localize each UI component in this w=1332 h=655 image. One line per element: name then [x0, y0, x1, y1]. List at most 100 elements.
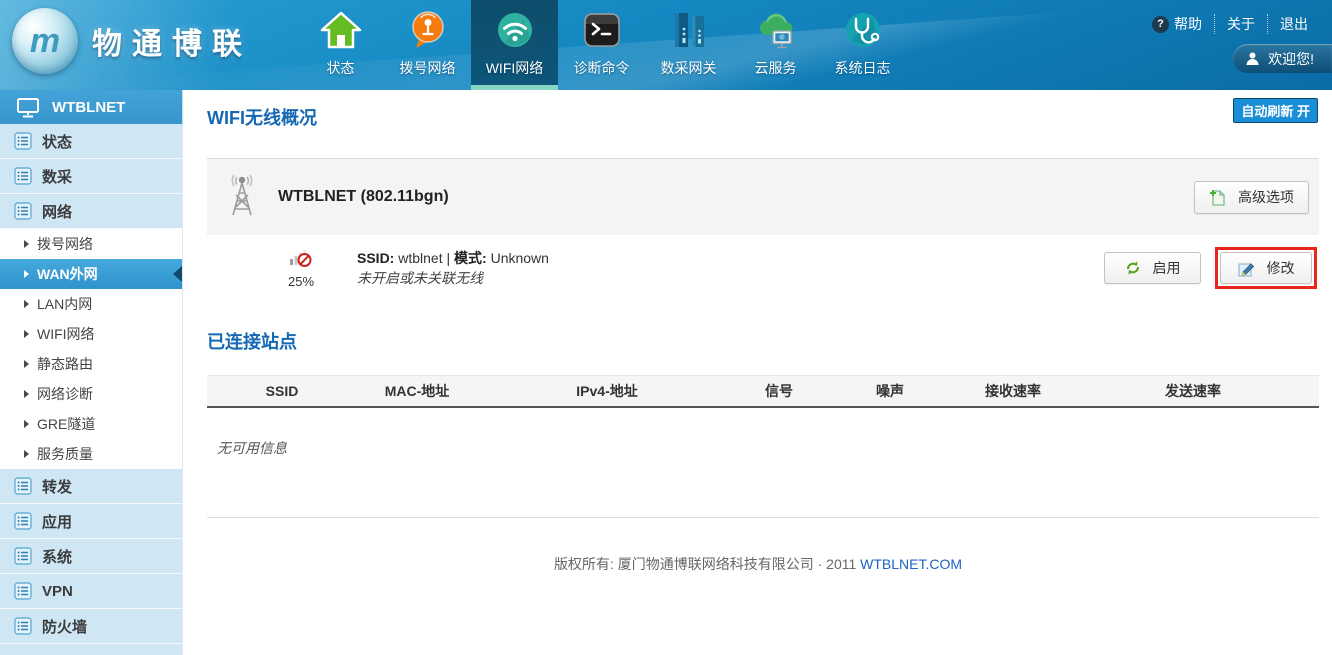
col-tx-rate: 发送速率: [1067, 376, 1319, 407]
wifi-row-actions: 启用 修改: [1104, 247, 1319, 289]
list-icon: [14, 477, 32, 495]
logout-link[interactable]: 退出: [1267, 14, 1320, 34]
sidebar-item-application[interactable]: 应用: [0, 504, 182, 539]
sidebar-item-lan[interactable]: LAN内网: [0, 289, 182, 319]
mode-value: Unknown: [491, 250, 549, 266]
nav-tab-system-log[interactable]: 系统日志: [819, 0, 906, 90]
sidebar-item-label: LAN内网: [37, 294, 92, 314]
sidebar-item-label: 系统: [42, 546, 72, 567]
enable-button[interactable]: 启用: [1104, 252, 1201, 284]
caret-right-icon: [24, 240, 29, 248]
sidebar-item-network[interactable]: 网络: [0, 194, 182, 229]
sidebar-item-label: 网络诊断: [37, 384, 93, 404]
caret-right-icon: [24, 300, 29, 308]
sidebar-item-static-route[interactable]: 静态路由: [0, 349, 182, 379]
help-link[interactable]: ? 帮助: [1140, 14, 1214, 34]
sidebar-item-label: 状态: [42, 131, 72, 152]
connected-stations-title: 已连接站点: [207, 328, 1332, 354]
logout-label: 退出: [1280, 14, 1308, 34]
edit-button[interactable]: 修改: [1220, 252, 1312, 284]
nav-tab-dial-network[interactable]: 拨号网络: [384, 0, 471, 90]
system-log-icon: [840, 7, 886, 53]
antenna-icon: [222, 171, 262, 224]
welcome-label: 欢迎您!: [1268, 49, 1314, 69]
nav-tab-data-gateway[interactable]: 数采网关: [645, 0, 732, 90]
nav-tab-status[interactable]: 状态: [297, 0, 384, 90]
help-icon: ?: [1152, 16, 1169, 33]
caret-right-icon: [24, 330, 29, 338]
list-icon: [14, 547, 32, 565]
wifi-network-title: WTBLNET (802.11bgn): [278, 188, 449, 206]
sidebar-item-gre-tunnel[interactable]: GRE隧道: [0, 409, 182, 439]
brand-logo: m 物通博联: [12, 8, 252, 74]
sidebar-item-label: 防火墙: [42, 616, 87, 637]
sidebar-item-firewall[interactable]: 防火墙: [0, 609, 182, 644]
signal-disabled-icon: [289, 247, 313, 268]
sidebar-item-status[interactable]: 状态: [0, 124, 182, 159]
sidebar-item-forwarding[interactable]: 转发: [0, 469, 182, 504]
logo-sphere-icon: m: [12, 8, 78, 74]
monitor-icon: [16, 97, 40, 118]
refresh-icon: [1125, 260, 1141, 276]
about-link[interactable]: 关于: [1214, 14, 1267, 34]
nav-tab-wifi-network[interactable]: WIFI网络: [471, 0, 558, 90]
terminal-icon: [579, 7, 625, 53]
help-label: 帮助: [1174, 14, 1202, 34]
caret-right-icon: [24, 270, 29, 278]
edit-button-label: 修改: [1267, 258, 1295, 278]
footer-divider: [207, 517, 1319, 518]
nav-tab-label: 状态: [327, 58, 355, 78]
list-icon: [14, 582, 32, 600]
wifi-icon: [492, 7, 538, 53]
advanced-options-button[interactable]: 高级选项: [1194, 181, 1309, 214]
home-icon: [318, 7, 364, 53]
sidebar-item-wan[interactable]: WAN外网: [0, 259, 182, 289]
advanced-options-label: 高级选项: [1238, 187, 1294, 207]
welcome-user-button[interactable]: 欢迎您!: [1233, 44, 1332, 73]
sidebar-device-name: WTBLNET: [52, 99, 125, 116]
col-signal: 信号: [737, 376, 821, 407]
main-nav: 状态 拨号网络 WIFI网络 诊断命令 数采网关: [297, 0, 906, 90]
active-item-notch: [173, 266, 182, 282]
header-utility-links: ? 帮助 关于 退出: [1140, 14, 1320, 34]
sidebar-item-label: GRE隧道: [37, 414, 95, 434]
list-icon: [14, 202, 32, 220]
dial-network-icon: [405, 7, 451, 53]
sidebar-item-label: WAN外网: [37, 264, 98, 284]
ssid-label: SSID:: [357, 250, 394, 266]
sidebar-item-system[interactable]: 系统: [0, 539, 182, 574]
page-title: WIFI无线概况: [207, 104, 1332, 130]
sidebar-item-label: VPN: [42, 583, 73, 600]
col-mac-address: MAC-地址: [357, 376, 477, 407]
nav-tab-label: 云服务: [755, 58, 797, 78]
col-noise: 噪声: [821, 376, 959, 407]
col-ssid: SSID: [207, 376, 357, 407]
sidebar-device-header: WTBLNET: [0, 90, 182, 124]
sidebar-item-label: WIFI网络: [37, 324, 95, 344]
caret-right-icon: [24, 390, 29, 398]
sidebar-item-data-collect[interactable]: 数采: [0, 159, 182, 194]
sidebar-item-vpn[interactable]: VPN: [0, 574, 182, 609]
ssid-value: wtblnet: [398, 250, 442, 266]
nav-tab-cloud-service[interactable]: 云服务: [732, 0, 819, 90]
sidebar-item-wifi[interactable]: WIFI网络: [0, 319, 182, 349]
sidebar-item-qos[interactable]: 服务质量: [0, 439, 182, 469]
wtblnet-com-link[interactable]: WTBLNET.COM: [860, 556, 962, 572]
edit-icon: [1238, 260, 1255, 277]
auto-refresh-toggle[interactable]: 自动刷新 开: [1233, 98, 1318, 123]
sidebar-item-label: 数采: [42, 166, 72, 187]
caret-right-icon: [24, 420, 29, 428]
user-icon: [1245, 51, 1260, 66]
sidebar-item-network-diagnostic[interactable]: 网络诊断: [0, 379, 182, 409]
nav-tab-label: 系统日志: [835, 58, 891, 78]
sidebar: WTBLNET 状态 数采 网络 拨号网络 WAN外网 LAN内网 WIFI网络…: [0, 90, 183, 655]
main-content: WIFI无线概况 自动刷新 开 WTBLNET (802.11bgn) 高级选项…: [184, 90, 1332, 655]
nav-tab-diagnostic-command[interactable]: 诊断命令: [558, 0, 645, 90]
sidebar-item-label: 服务质量: [37, 444, 93, 464]
wifi-status-text: 未开启或未关联无线: [357, 268, 549, 288]
advanced-options-icon: [1209, 189, 1226, 206]
sidebar-item-dial-network[interactable]: 拨号网络: [0, 229, 182, 259]
mode-label: 模式:: [454, 250, 487, 266]
edit-button-highlight-box: 修改: [1215, 247, 1317, 289]
wifi-network-row: 25% SSID: wtblnet | 模式: Unknown 未开启或未关联无…: [207, 235, 1319, 301]
